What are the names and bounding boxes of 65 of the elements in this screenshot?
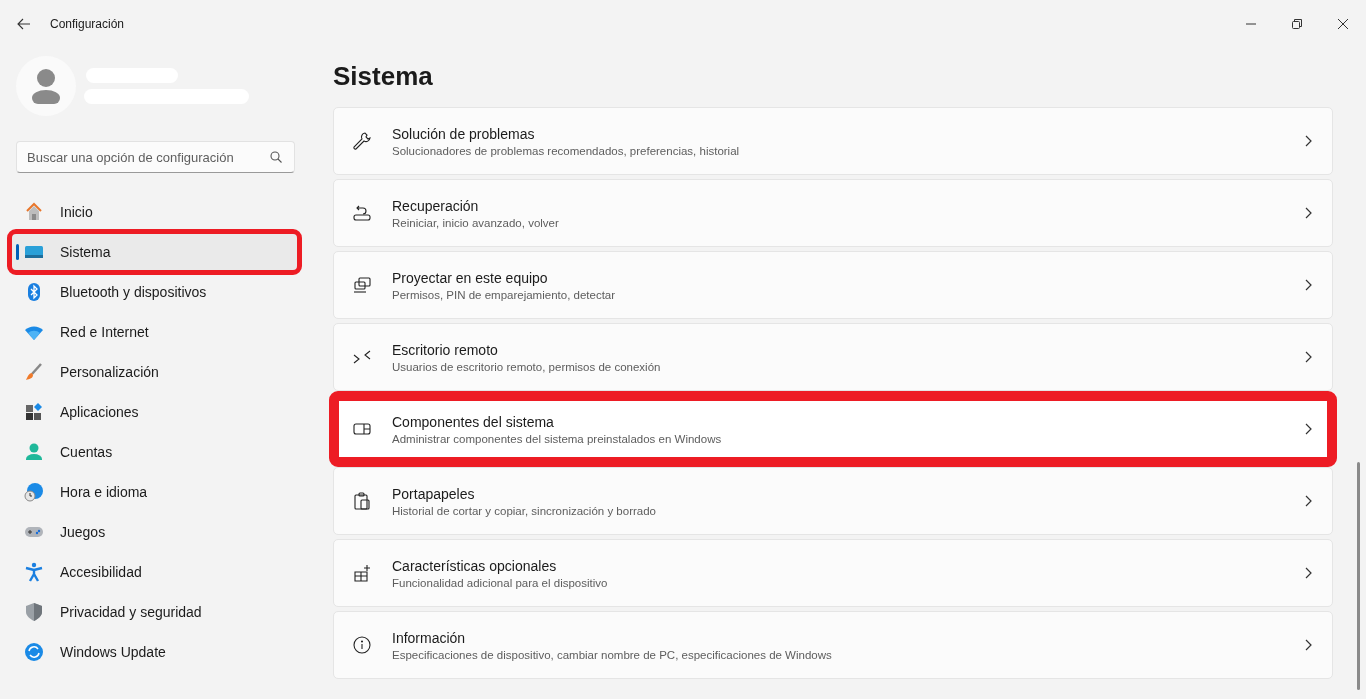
settings-card[interactable]: Proyectar en este equipo Permisos, PIN de emparejamiento, detectar (333, 251, 1333, 319)
setting-description: Usuarios de escritorio remoto, permisos de conexión (392, 360, 662, 373)
chevron-right-icon (1305, 639, 1312, 651)
setting-description: Historial de cortar y copiar, sincronización y borrado (392, 504, 657, 517)
setting-title: Portapapeles (392, 485, 476, 502)
nav-item[interactable]: Personalización (12, 354, 297, 390)
settings-card[interactable]: Recuperación Reiniciar, inicio avanzado, volver (333, 179, 1333, 247)
setting-title: Componentes del sistema (392, 413, 555, 430)
setting-description: Reiniciar, inicio avanzado, volver (392, 216, 560, 229)
nav-item[interactable]: Accesibilidad (12, 554, 297, 590)
chevron-right-icon (1305, 135, 1312, 147)
add-grid-icon (352, 563, 372, 583)
scrollbar[interactable] (1357, 462, 1360, 690)
setting-title: Escritorio remoto (392, 341, 499, 358)
setting-description: Funcionalidad adicional para el dispositivo (392, 576, 609, 589)
wrench-icon (352, 131, 372, 151)
settings-card[interactable]: Información Especificaciones de dispositivo, cambiar nombre de PC, especificaciones de Windows (333, 611, 1333, 679)
chevron-right-icon (1305, 279, 1312, 291)
nav-item[interactable]: Cuentas (12, 434, 297, 470)
chevron-right-icon (1305, 351, 1312, 363)
nav-item[interactable]: Red e Internet (12, 314, 297, 350)
setting-title: Información (392, 629, 467, 646)
setting-title: Solución de problemas (392, 125, 536, 142)
setting-description: Solucionadores de problemas recomendados, preferencias, historial (392, 144, 741, 157)
accessibility-icon (24, 562, 44, 582)
shield-icon (24, 602, 44, 622)
chevron-right-icon (1305, 207, 1312, 219)
chevron-right-icon (1305, 567, 1312, 579)
screens-icon (352, 275, 372, 295)
info-icon (352, 635, 372, 655)
house-icon (24, 202, 44, 222)
setting-title: Proyectar en este equipo (392, 269, 549, 286)
nav-item[interactable]: Hora e idioma (12, 474, 297, 510)
setting-description: Especificaciones de dispositivo, cambiar nombre de PC, especificaciones de Windows (392, 648, 833, 661)
nav-item[interactable]: Inicio (12, 194, 297, 230)
recovery-icon (352, 203, 372, 223)
person-icon (24, 442, 44, 462)
nav-item[interactable]: Juegos (12, 514, 297, 550)
sync-icon (24, 642, 44, 662)
setting-description: Administrar componentes del sistema preinstalados en Windows (392, 432, 723, 445)
settings-card[interactable]: Características opcionales Funcionalidad adicional para el dispositivo (333, 539, 1333, 607)
person-silhouette-icon (31, 68, 61, 104)
close-icon[interactable] (1338, 19, 1348, 29)
settings-card[interactable]: Solución de problemas Solucionadores de problemas recomendados, preferencias, historial (333, 107, 1333, 175)
nav-item[interactable]: Privacidad y seguridad (12, 594, 297, 630)
chevron-right-icon (1305, 495, 1312, 507)
search-field[interactable]: Buscar una opción de configuración (16, 141, 295, 173)
chevron-right-icon (1305, 423, 1312, 435)
clipboard-icon (352, 491, 372, 511)
back-icon[interactable] (17, 18, 31, 30)
paintbrush-icon (24, 362, 44, 382)
restore-icon[interactable] (1292, 19, 1302, 29)
nav-item[interactable]: Bluetooth y dispositivos (12, 274, 297, 310)
nav-item[interactable]: Aplicaciones (12, 394, 297, 430)
search-icon (270, 151, 282, 163)
page-title: Sistema (333, 62, 434, 90)
apps-icon (24, 402, 44, 422)
nav-item[interactable]: Windows Update (12, 634, 297, 670)
settings-card[interactable]: Portapapeles Historial de cortar y copiar, sincronización y borrado (333, 467, 1333, 535)
setting-title: Características opcionales (392, 557, 558, 574)
window-title: Configuración (50, 17, 125, 31)
setting-title: Recuperación (392, 197, 480, 214)
settings-card[interactable]: Escritorio remoto Usuarios de escritorio remoto, permisos de conexión (333, 323, 1333, 391)
setting-description: Permisos, PIN de emparejamiento, detectar (392, 288, 617, 301)
globe-clock-icon (24, 482, 44, 502)
